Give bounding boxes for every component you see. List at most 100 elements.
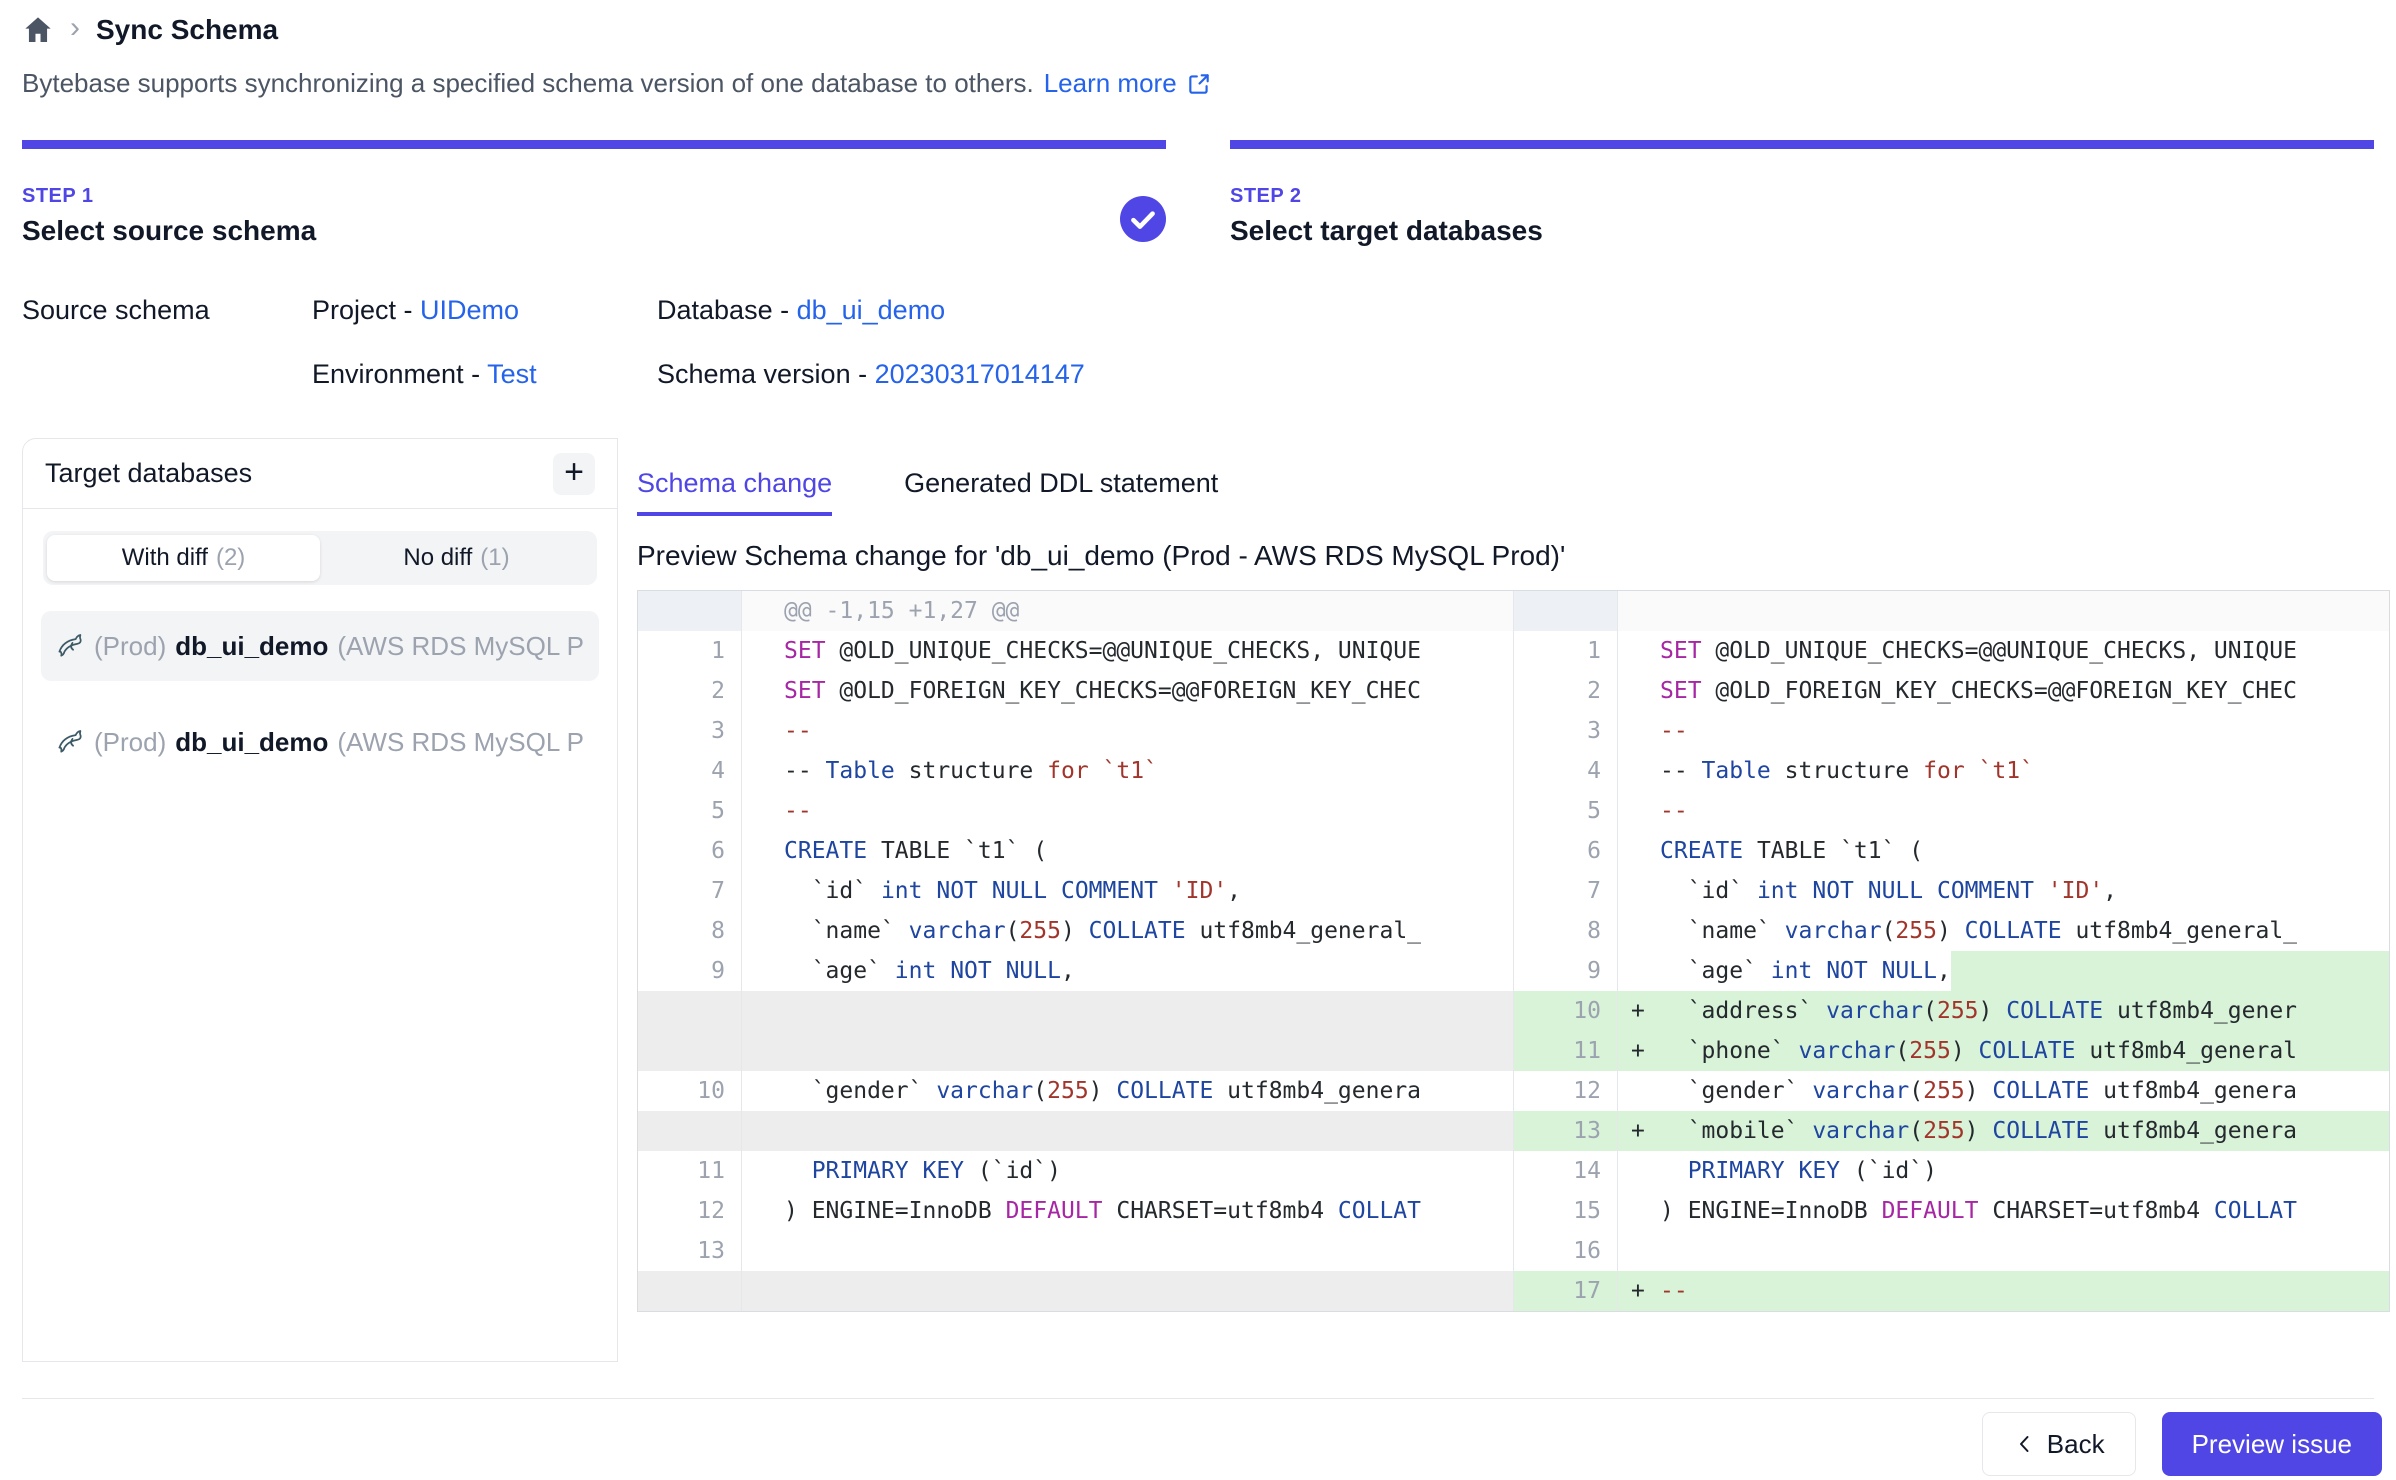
added-marker: + [1631,1118,1645,1144]
code-line: -- [1618,791,2389,831]
tab-schema-change[interactable]: Schema change [637,468,832,516]
line-number: 7 [1514,871,1618,911]
code-token: ( [1895,1038,1909,1064]
diff-row: 5-- [1514,791,2389,831]
code-line: `age` int NOT NULL, [742,951,1513,991]
code-token [1812,958,1826,984]
code-token: COLLATE [1089,918,1186,944]
learn-more-link[interactable]: Learn more [1044,68,1212,99]
main-area: Target databases + With diff(2)No diff(1… [0,438,2396,1362]
step-complete-icon [1120,196,1166,242]
code-token: (`id`) [964,1158,1061,1184]
code-token: @OLD_UNIQUE_CHECKS=@@UNIQUE_CHECKS, UNIQ… [1702,638,2297,664]
code-line: `name` varchar(255) COLLATE utf8mb4_gene… [742,911,1513,951]
mysql-icon [55,631,85,661]
step-2-label: STEP 2 [1230,185,2374,208]
tab-count: (2) [216,544,245,572]
code-token [1158,878,1172,904]
diff-row: 10 `gender` varchar(255) COLLATE utf8mb4… [638,1071,1513,1111]
diff-view: @@ -1,15 +1,27 @@1SET @OLD_UNIQUE_CHECKS… [637,590,2390,1312]
code-token: Table [826,758,895,784]
code-token: `name` [784,918,909,944]
code-token: PRIMARY KEY [812,1158,964,1184]
code-token [1660,1158,1688,1184]
line-number-gutter [1514,591,1618,631]
source-field-value-link[interactable]: UIDemo [420,295,519,325]
code-line: CREATE TABLE `t1` ( [1618,831,2389,871]
diff-row: 2SET @OLD_FOREIGN_KEY_CHECKS=@@FOREIGN_K… [638,671,1513,711]
diff-row [638,1111,1513,1151]
line-number: 10 [638,1071,742,1111]
code-token [936,958,950,984]
code-token [2034,878,2048,904]
code-line [742,991,1513,1031]
line-number: 12 [638,1191,742,1231]
code-line: `gender` varchar(255) COLLATE utf8mb4_ge… [742,1071,1513,1111]
code-token: varchar [1785,918,1882,944]
home-icon[interactable] [22,14,54,46]
line-number: 11 [638,1151,742,1191]
code-token: `age` [1660,958,1771,984]
source-field-value-link[interactable]: db_ui_demo [797,295,946,325]
add-target-database-button[interactable]: + [553,453,595,495]
code-token: -- [784,718,812,744]
code-token: -- [1660,798,1688,824]
code-token: utf8mb4_genera [1213,1078,1421,1104]
diff-row: 15) ENGINE=InnoDB DEFAULT CHARSET=utf8mb… [1514,1191,2389,1231]
code-token: , [1061,958,1075,984]
code-token: int [1771,958,1813,984]
line-number: 7 [638,871,742,911]
code-token: structure [1771,758,1923,784]
code-token: `address` [1660,998,1826,1024]
code-line: SET @OLD_UNIQUE_CHECKS=@@UNIQUE_CHECKS, … [1618,631,2389,671]
tab-with-diff[interactable]: With diff (2) [47,535,320,581]
back-button[interactable]: Back [1982,1412,2136,1476]
source-field-project: Project - UIDemo [312,290,657,330]
tab-no-diff[interactable]: No diff(1) [320,535,593,581]
code-token: ) [1937,918,1965,944]
source-field-label: Schema version - [657,359,875,389]
target-database-item[interactable]: (Prod)db_ui_demo(AWS RDS MySQL Prod) [41,611,599,681]
code-token: PRIMARY KEY [1688,1158,1840,1184]
code-token: ) ENGINE=InnoDB [784,1198,1006,1224]
source-field-label: Project - [312,295,420,325]
code-line: + `mobile` varchar(255) COLLATE utf8mb4_… [1618,1111,2389,1151]
code-line: PRIMARY KEY (`id`) [1618,1151,2389,1191]
code-line: PRIMARY KEY (`id`) [742,1151,1513,1191]
code-line: SET @OLD_FOREIGN_KEY_CHECKS=@@FOREIGN_KE… [1618,671,2389,711]
diff-row: 3-- [638,711,1513,751]
step-2-progress-bar [1230,140,2374,149]
tab-label: With diff [122,544,208,572]
code-token: COLLATE [2006,998,2103,1024]
diff-row: 5-- [638,791,1513,831]
source-field-value-link[interactable]: Test [487,359,537,389]
line-number [638,991,742,1031]
line-number: 8 [638,911,742,951]
code-token: 'ID' [2048,878,2103,904]
code-token: COLLATE [1116,1078,1213,1104]
code-token: ) [1965,1118,1993,1144]
page-description: Bytebase supports synchronizing a specif… [22,68,1212,99]
step-1-label: STEP 1 [22,185,1166,208]
diff-row: 3-- [1514,711,2389,751]
code-line: ) ENGINE=InnoDB DEFAULT CHARSET=utf8mb4 … [1618,1191,2389,1231]
sync-schema-page: › Sync Schema Bytebase supports synchron… [0,0,2396,1480]
code-line: SET @OLD_UNIQUE_CHECKS=@@UNIQUE_CHECKS, … [742,631,1513,671]
code-token: SET [1660,678,1702,704]
code-token: utf8mb4_general_ [2062,918,2297,944]
source-field-value-link[interactable]: 20230317014147 [875,359,1085,389]
code-token: `gender` [784,1078,936,1104]
preview-issue-button[interactable]: Preview issue [2162,1412,2382,1476]
database-name: db_ui_demo [175,727,328,758]
code-token: NOT NULL [1826,958,1937,984]
code-line: ) ENGINE=InnoDB DEFAULT CHARSET=utf8mb4 … [742,1191,1513,1231]
code-token: 255 [1909,1038,1951,1064]
target-database-item[interactable]: (Prod)db_ui_demo(AWS RDS MySQL Prod) [41,707,599,777]
code-token: TABLE `t1` ( [1743,838,1923,864]
tab-label: No diff [403,544,472,572]
code-token: DEFAULT [1006,1198,1103,1224]
diff-row: 9 `age` int NOT NULL, [638,951,1513,991]
code-token: COMMENT [1061,878,1158,904]
tab-generated-ddl[interactable]: Generated DDL statement [904,468,1218,516]
target-databases-title: Target databases [45,458,252,489]
